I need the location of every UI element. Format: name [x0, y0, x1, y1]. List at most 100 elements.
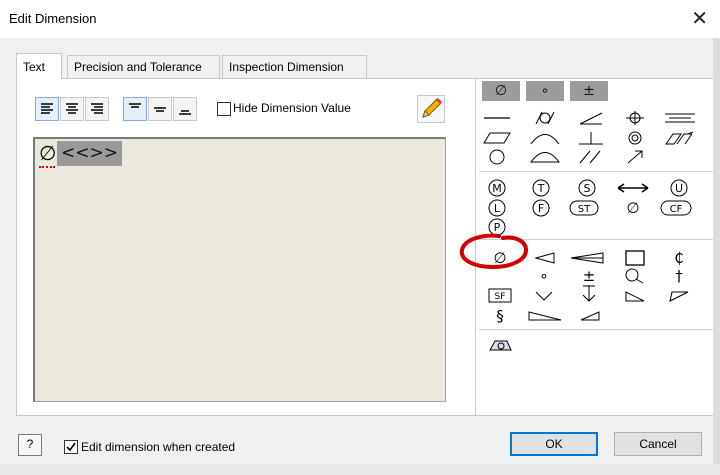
total-runout-symbol[interactable]	[662, 129, 698, 147]
justify-middle-button[interactable]	[148, 97, 172, 121]
circle-u-icon: U	[670, 179, 688, 197]
chevron-down-icon	[535, 291, 553, 301]
wedge-symbol[interactable]	[572, 307, 608, 325]
angularity-symbol[interactable]	[573, 109, 609, 127]
help-button[interactable]: ?	[18, 434, 42, 456]
flatness-symbol[interactable]	[479, 129, 515, 147]
justify-top-icon	[129, 103, 141, 108]
svg-text:S: S	[584, 182, 591, 195]
section-symbol[interactable]: §	[482, 307, 518, 325]
svg-text:ST: ST	[578, 204, 591, 215]
square-symbol[interactable]	[617, 249, 653, 267]
modifier-diameter-symbol[interactable]: ∅	[615, 199, 651, 217]
straightness-symbol[interactable]	[479, 109, 515, 127]
cancel-button[interactable]: Cancel	[614, 432, 702, 456]
flatness-icon	[483, 132, 511, 144]
concentricity-icon	[628, 131, 642, 145]
palette-tab-plus-minus[interactable]: ±	[570, 81, 608, 101]
lmc-symbol[interactable]: L	[479, 199, 515, 217]
long-taper-symbol[interactable]	[527, 307, 563, 325]
tangent-plane-symbol[interactable]: T	[523, 179, 559, 197]
plus-minus-symbol[interactable]: ±	[571, 267, 607, 285]
profile-surface-icon	[530, 152, 560, 163]
tab-precision-tolerance[interactable]: Precision and Tolerance	[67, 55, 220, 78]
total-runout-icon	[665, 131, 694, 145]
svg-text:CF: CF	[670, 204, 683, 215]
justify-right-button[interactable]	[85, 97, 109, 121]
edit-text-button[interactable]	[417, 95, 445, 123]
statistical-tolerance-symbol[interactable]: ST	[566, 199, 602, 217]
justify-bottom-button[interactable]	[173, 97, 197, 121]
tab-inspection-dimension[interactable]: Inspection Dimension	[222, 55, 367, 78]
pencil-icon	[422, 97, 443, 118]
between-symbol[interactable]	[615, 179, 651, 197]
rfs-symbol[interactable]: S	[569, 179, 605, 197]
position-symbol[interactable]	[617, 109, 653, 127]
parallelism-symbol[interactable]	[573, 148, 609, 166]
profile-line-symbol[interactable]	[527, 129, 563, 147]
red-highlight-circle	[459, 233, 528, 270]
palette-separator-1	[479, 171, 715, 172]
double-arrow-icon	[617, 183, 649, 193]
svg-text:M: M	[492, 182, 502, 195]
circular-runout-symbol[interactable]	[617, 148, 653, 166]
palette-tab-degree[interactable]: ∘	[526, 81, 564, 101]
profile-surface-symbol[interactable]	[527, 148, 563, 166]
justify-bottom-icon	[179, 110, 191, 115]
unequal-profile-symbol[interactable]: U	[661, 179, 697, 197]
symmetry-icon	[665, 113, 695, 123]
free-state-symbol[interactable]: F	[523, 199, 559, 217]
symbol-library-icon	[489, 340, 512, 351]
close-icon[interactable]: ✕	[691, 6, 708, 31]
concentricity-symbol[interactable]	[617, 129, 653, 147]
perpendicularity-icon	[579, 132, 603, 145]
flag-symbol[interactable]	[661, 287, 697, 305]
long-taper-icon	[528, 311, 562, 321]
edit-when-created-label: Edit dimension when created	[81, 440, 236, 454]
insert-symbol-button[interactable]	[482, 337, 518, 355]
right-triangle-symbol[interactable]	[617, 287, 653, 305]
circular-runout-icon	[627, 150, 643, 164]
edit-when-created-checkbox[interactable]	[64, 440, 78, 454]
circle-t-icon: T	[532, 179, 550, 197]
svg-text:F: F	[538, 202, 544, 215]
justify-middle-icon	[154, 107, 166, 112]
dimension-text-editor[interactable]: ∅ <<>>	[33, 137, 446, 402]
conical-taper-symbol[interactable]	[569, 249, 605, 267]
slope-icon	[534, 252, 555, 264]
cylindricity-symbol[interactable]	[527, 109, 563, 127]
svg-text:SF: SF	[495, 292, 506, 302]
window-edge-right	[713, 38, 720, 475]
slope-symbol[interactable]	[527, 249, 563, 267]
angularity-icon	[579, 112, 603, 125]
justify-top-button[interactable]	[123, 97, 147, 121]
mmc-symbol[interactable]: M	[479, 179, 515, 197]
perpendicularity-symbol[interactable]	[573, 129, 609, 147]
depth-symbol[interactable]	[571, 285, 607, 303]
svg-text:T: T	[537, 182, 545, 195]
tab-text[interactable]: Text	[16, 53, 62, 79]
symmetry-symbol[interactable]	[662, 109, 698, 127]
palette-tab-diameter[interactable]: ∅	[482, 81, 520, 101]
ok-button[interactable]: OK	[510, 432, 598, 456]
wedge-icon	[580, 311, 600, 321]
justify-center-button[interactable]	[60, 97, 84, 121]
circle-m-icon: M	[488, 179, 506, 197]
palette-separator-3	[479, 329, 715, 330]
editor-diameter-symbol: ∅	[39, 141, 57, 165]
checkmark-icon	[66, 442, 76, 452]
profile-line-icon	[530, 134, 560, 145]
justify-left-button[interactable]	[35, 97, 59, 121]
text-tab-panel: Hide Dimension Value ∅ <<>> ∅ ∘ ± M T S …	[16, 78, 718, 416]
hide-dimension-label: Hide Dimension Value	[233, 101, 351, 115]
editor-dimension-placeholder: <<>>	[57, 141, 122, 166]
spotface-symbol[interactable]	[617, 267, 653, 285]
degree-symbol[interactable]: ∘	[526, 267, 562, 285]
dagger-symbol[interactable]: †	[661, 267, 697, 285]
surface-finish-symbol[interactable]: SF	[482, 287, 518, 305]
continuous-feature-symbol[interactable]: CF	[658, 199, 694, 217]
center-line-symbol[interactable]: ₵	[661, 249, 697, 267]
hide-dimension-checkbox[interactable]	[217, 102, 231, 116]
circularity-symbol[interactable]	[479, 148, 515, 166]
countersink-symbol[interactable]	[526, 287, 562, 305]
